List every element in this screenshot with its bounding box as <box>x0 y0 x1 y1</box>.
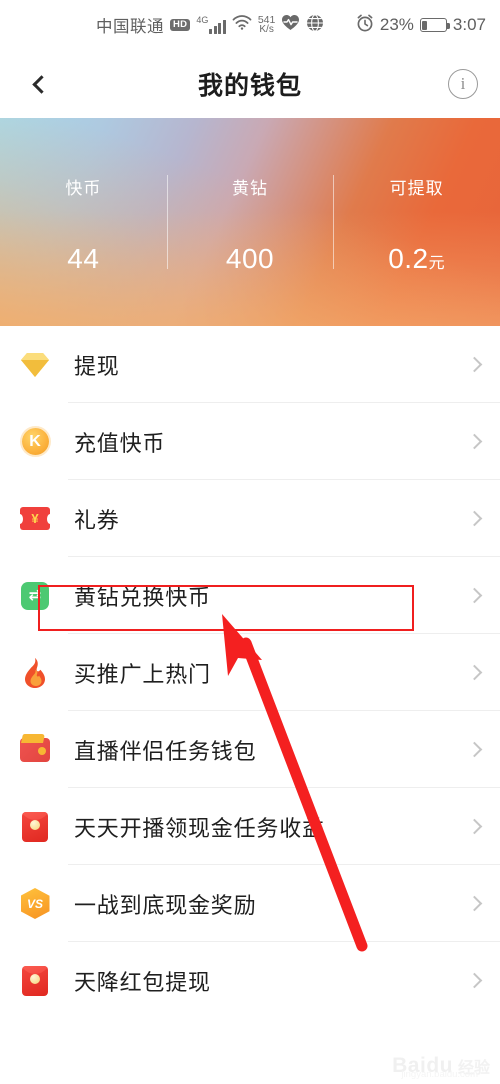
stat-label: 快币 <box>65 178 102 198</box>
chevron-left-icon <box>31 74 51 94</box>
ticket-icon: ¥ <box>17 502 53 536</box>
globe-icon <box>306 13 324 37</box>
back-button[interactable] <box>22 67 56 101</box>
stat-huangzuan[interactable]: 黄钻 400 <box>167 170 334 275</box>
k-coin-letter: K <box>21 428 49 455</box>
carrier-label: 中国联通 <box>96 18 164 36</box>
exchange-icon: ⇄ <box>18 579 52 613</box>
chevron-right-icon <box>466 895 483 912</box>
page-title: 我的钱包 <box>197 72 302 100</box>
stat-value: 400 <box>226 243 274 275</box>
exchange-symbol: ⇄ <box>21 581 49 610</box>
battery-icon <box>419 18 450 32</box>
stat-label: 可提取 <box>389 178 444 198</box>
list-item-label: 买推广上热门 <box>74 661 211 687</box>
red-envelope-icon <box>18 964 52 998</box>
watermark: Baidu 经验 jingyan.baidu.com <box>392 1054 490 1080</box>
list-item-coupon[interactable]: ¥ 礼券 <box>0 480 500 557</box>
list-item-label: 天降红包提现 <box>74 969 211 995</box>
red-envelope-icon <box>18 810 52 844</box>
flame-icon <box>18 656 52 690</box>
hd-icon: HD <box>170 18 191 32</box>
stat-number: 400 <box>225 242 275 274</box>
chevron-right-icon <box>466 356 483 373</box>
wallet-menu-list: 提现 K 充值快币 ¥ 礼券 ⇄ 黄钻兑换快币 买推广上热门 直播伴侣任务钱包 … <box>0 326 500 1019</box>
stat-number: 0.2 <box>388 242 429 274</box>
k-coin-icon: K <box>18 425 52 459</box>
app-header: 我的钱包 i <box>0 50 500 118</box>
data-speed-indicator: 541 K/s <box>258 14 276 36</box>
chevron-right-icon <box>466 510 483 527</box>
network-type-label: 4G <box>196 15 209 25</box>
wifi-icon <box>232 15 252 35</box>
list-item-live-partner-wallet[interactable]: 直播伴侣任务钱包 <box>0 711 500 788</box>
list-item-recharge-kuaibi[interactable]: K 充值快币 <box>0 403 500 480</box>
status-bar: 中国联通 HD 4G 541 K/s 23% 3:07 <box>0 0 500 50</box>
chevron-right-icon <box>466 818 483 835</box>
data-speed-unit: K/s <box>259 24 274 36</box>
chevron-right-icon <box>466 741 483 758</box>
watermark-badge: 经验 <box>457 1060 490 1077</box>
list-item-buy-promotion[interactable]: 买推广上热门 <box>0 634 500 711</box>
list-item-label: 一战到底现金奖励 <box>74 892 257 918</box>
battery-percent-label: 23% <box>379 15 414 34</box>
alarm-icon <box>356 14 374 37</box>
list-item-withdraw[interactable]: 提现 <box>0 326 500 403</box>
signal-bars-icon <box>209 19 226 34</box>
stat-withdrawable[interactable]: 可提取 0.2元 <box>333 170 500 275</box>
watermark-brand: Baidu <box>392 1054 453 1077</box>
list-item-label: 提现 <box>74 353 120 379</box>
status-bar-right: 23% 3:07 <box>356 14 486 37</box>
wallet-balance-banner: 快币 44 黄钻 400 可提取 0.2元 <box>0 118 500 326</box>
stat-number: 44 <box>67 242 100 274</box>
vs-label: VS <box>20 888 50 919</box>
chevron-right-icon <box>466 587 483 604</box>
list-item-vs-cash-reward[interactable]: VS 一战到底现金奖励 <box>0 865 500 942</box>
list-item-label: 礼券 <box>74 507 120 533</box>
heart-pulse-icon <box>281 14 300 36</box>
list-item-label: 直播伴侣任务钱包 <box>74 738 257 764</box>
list-item-exchange-huangzuan[interactable]: ⇄ 黄钻兑换快币 <box>0 557 500 634</box>
stat-value: 44 <box>67 243 99 275</box>
wallet-icon <box>18 733 52 767</box>
watermark-url: jingyan.baidu.com <box>401 1069 478 1080</box>
balance-stats: 快币 44 黄钻 400 可提取 0.2元 <box>0 118 500 326</box>
stat-label: 黄钻 <box>232 178 268 198</box>
clock-label: 3:07 <box>452 15 486 34</box>
list-item-label: 天天开播领现金任务收益 <box>74 815 325 841</box>
list-item-label: 黄钻兑换快币 <box>74 584 211 610</box>
list-item-sky-redpacket-withdraw[interactable]: 天降红包提现 <box>0 942 500 1019</box>
vs-hexagon-icon: VS <box>18 887 52 921</box>
chevron-right-icon <box>466 664 483 681</box>
chevron-right-icon <box>466 972 483 989</box>
stat-unit: 元 <box>428 254 446 272</box>
stat-kuaibi[interactable]: 快币 44 <box>0 170 167 275</box>
list-item-daily-cash-task[interactable]: 天天开播领现金任务收益 <box>0 788 500 865</box>
signal-icon: 4G <box>196 16 226 34</box>
ticket-symbol: ¥ <box>17 507 53 530</box>
status-bar-left: 中国联通 HD 4G 541 K/s <box>0 13 324 37</box>
chevron-right-icon <box>466 433 483 450</box>
diamond-icon <box>18 348 52 382</box>
info-button[interactable]: i <box>448 69 478 99</box>
list-item-label: 充值快币 <box>74 430 166 456</box>
stat-value: 0.2元 <box>388 243 445 275</box>
